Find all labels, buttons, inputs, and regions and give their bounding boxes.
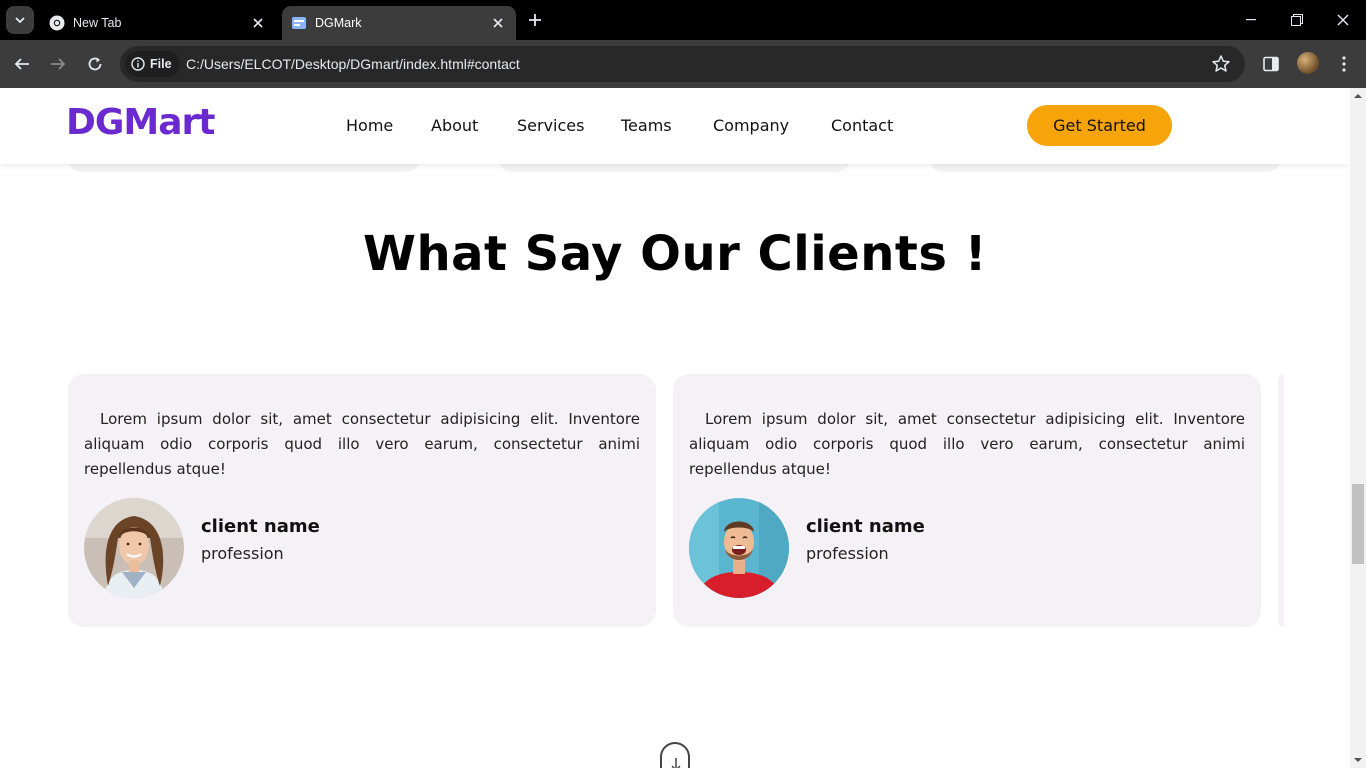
scrollbar-thumb[interactable] — [1352, 484, 1364, 564]
testimonials-heading: What Say Our Clients ! — [363, 226, 987, 282]
site-info-chip[interactable]: File — [125, 51, 180, 77]
url-text[interactable]: C:/Users/ELCOT/Desktop/DGmart/index.html… — [186, 56, 520, 72]
restore-button[interactable] — [1285, 8, 1309, 32]
reload-icon — [88, 57, 102, 71]
tab-dgmark[interactable]: DGMark — [282, 6, 516, 40]
menu-button[interactable] — [1332, 52, 1356, 76]
side-panel-button[interactable] — [1259, 52, 1283, 76]
scroll-down-icon[interactable] — [1354, 756, 1362, 764]
scroll-down-button[interactable] — [660, 742, 690, 768]
nav-link-about[interactable]: About — [431, 116, 478, 135]
get-started-button[interactable]: Get Started — [1027, 105, 1172, 146]
client-name: client name — [201, 516, 320, 537]
woman-avatar — [84, 498, 184, 598]
site-info-label: File — [150, 57, 172, 71]
woman-avatar-image — [84, 498, 184, 598]
site-navbar: DGMart Home About Services Teams Company… — [0, 88, 1350, 164]
more-vertical-icon — [1342, 56, 1346, 72]
client-name: client name — [806, 516, 925, 537]
chevron-down-icon — [15, 17, 25, 23]
tab-title: DGMark — [315, 16, 362, 30]
side-panel-icon — [1263, 56, 1279, 72]
man-avatar-image — [689, 498, 789, 598]
browser-toolbar: File C:/Users/ELCOT/Desktop/DGmart/index… — [0, 40, 1366, 88]
forward-button[interactable] — [46, 52, 70, 76]
plus-icon — [529, 14, 541, 26]
testimonial-card: Lorem ipsum dolor sit, amet consectetur … — [673, 374, 1261, 627]
nav-link-contact[interactable]: Contact — [831, 116, 893, 135]
nav-link-teams[interactable]: Teams — [621, 116, 672, 135]
page-viewport: DGMart Home About Services Teams Company… — [0, 88, 1350, 768]
address-bar[interactable]: File C:/Users/ELCOT/Desktop/DGmart/index… — [120, 46, 1245, 82]
testimonial-card: Lorem ipsum dolor sit, amet consectetur … — [68, 374, 656, 627]
minimize-button[interactable] — [1239, 8, 1263, 32]
close-tab-button[interactable] — [248, 13, 268, 33]
testimonial-text: Lorem ipsum dolor sit, amet consectetur … — [84, 410, 640, 478]
client-profession: profession — [806, 544, 889, 563]
tab-strip: New Tab DGMark — [0, 0, 1366, 40]
restore-icon — [1291, 14, 1303, 26]
tab-search-button[interactable] — [6, 6, 34, 34]
arrow-down-icon — [671, 758, 681, 768]
close-icon — [1337, 14, 1349, 26]
close-icon — [253, 18, 263, 28]
close-icon — [493, 18, 503, 28]
client-profession: profession — [201, 544, 284, 563]
nav-link-company[interactable]: Company — [713, 116, 789, 135]
testimonial-text: Lorem ipsum dolor sit, amet consectetur … — [689, 410, 1245, 478]
scroll-up-icon[interactable] — [1354, 92, 1362, 100]
info-icon — [131, 57, 145, 71]
tab-title: New Tab — [73, 16, 122, 30]
chrome-icon — [49, 15, 65, 31]
close-tab-button[interactable] — [488, 13, 508, 33]
star-icon[interactable] — [1211, 54, 1231, 74]
close-window-button[interactable] — [1331, 8, 1355, 32]
back-button[interactable] — [10, 52, 34, 76]
tab-new-tab[interactable]: New Tab — [40, 6, 276, 40]
new-tab-button[interactable] — [525, 10, 545, 30]
nav-link-services[interactable]: Services — [517, 116, 584, 135]
page-icon — [292, 17, 306, 29]
arrow-right-icon — [51, 58, 66, 70]
page-scrollbar[interactable] — [1350, 88, 1366, 768]
profile-avatar[interactable] — [1297, 52, 1319, 74]
arrow-left-icon — [14, 58, 29, 70]
minimize-icon — [1246, 19, 1256, 21]
site-logo[interactable]: DGMart — [66, 102, 216, 143]
nav-link-home[interactable]: Home — [346, 116, 393, 135]
next-testimonial-card-peek[interactable] — [1278, 374, 1284, 627]
reload-button[interactable] — [83, 52, 107, 76]
man-avatar — [689, 498, 789, 598]
